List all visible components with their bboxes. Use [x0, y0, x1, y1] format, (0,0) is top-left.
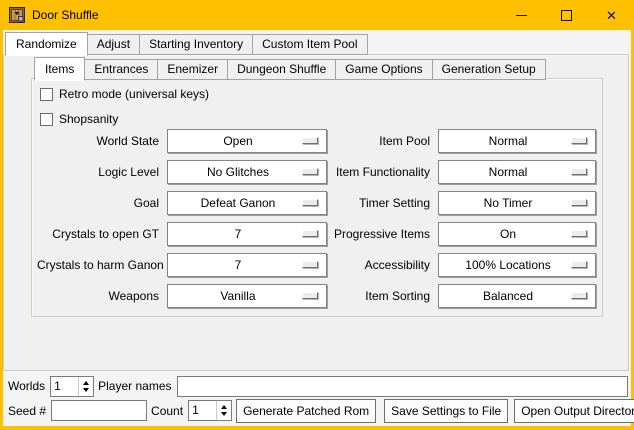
dropdown-indicator-icon [571, 230, 587, 237]
player-names-input[interactable] [177, 376, 629, 397]
count-label: Count [151, 404, 184, 418]
sub-tab-bar: Items Entrances Enemizer Dungeon Shuffle… [34, 57, 546, 80]
dropdown-indicator-icon [571, 199, 587, 206]
spinner-arrows[interactable] [216, 401, 231, 420]
titlebar[interactable]: Door Shuffle ✕ [0, 0, 634, 30]
player-names-label: Player names [98, 379, 172, 393]
item-functionality-label: Item Functionality [327, 160, 438, 184]
save-settings-button[interactable]: Save Settings to File [384, 399, 508, 423]
dropdown-indicator-icon [302, 137, 318, 144]
minimize-button[interactable] [499, 0, 544, 30]
seed-row: Seed # Count 1 Generate Patched Rom Save… [8, 398, 628, 423]
tab-starting-inventory[interactable]: Starting Inventory [139, 34, 253, 55]
dropdown-indicator-icon [571, 137, 587, 144]
tab-custom-item-pool[interactable]: Custom Item Pool [252, 34, 367, 55]
crystals-ganon-label: Crystals to harm Ganon [37, 253, 167, 277]
goal-dropdown[interactable]: Defeat Ganon [167, 191, 327, 215]
count-spinner[interactable]: 1 [188, 400, 232, 421]
dropdown-indicator-icon [571, 168, 587, 175]
dropdown-indicator-icon [302, 168, 318, 175]
world-state-label: World State [37, 129, 167, 153]
weapons-label: Weapons [37, 284, 167, 308]
tab-adjust[interactable]: Adjust [87, 34, 140, 55]
count-value: 1 [189, 401, 216, 420]
main-tab-bar: Randomize Adjust Starting Inventory Cust… [5, 32, 368, 55]
item-sorting-dropdown[interactable]: Balanced [438, 284, 596, 308]
seed-label: Seed # [8, 404, 47, 418]
tab-entrances[interactable]: Entrances [84, 59, 158, 80]
client-area: Randomize Adjust Starting Inventory Cust… [3, 30, 631, 426]
dropdown-indicator-icon [571, 261, 587, 268]
worlds-label: Worlds [8, 379, 46, 393]
goal-label: Goal [37, 191, 167, 215]
maximize-button[interactable] [544, 0, 589, 30]
window-title: Door Shuffle [32, 8, 99, 22]
close-icon: ✕ [606, 9, 617, 22]
door-shuffle-app-icon [9, 7, 25, 23]
close-button[interactable]: ✕ [589, 0, 634, 30]
caption-buttons: ✕ [499, 0, 634, 30]
spin-up-icon[interactable] [83, 381, 89, 385]
crystals-gt-dropdown[interactable]: 7 [167, 222, 327, 246]
seed-input[interactable] [51, 400, 147, 421]
accessibility-dropdown[interactable]: 100% Locations [438, 253, 596, 277]
retro-mode-row: Retro mode (universal keys) [40, 86, 209, 102]
logic-level-dropdown[interactable]: No Glitches [167, 160, 327, 184]
tab-items[interactable]: Items [34, 57, 85, 81]
shopsanity-checkbox[interactable] [40, 113, 53, 126]
worlds-row: Worlds 1 Player names [8, 375, 628, 397]
timer-setting-dropdown[interactable]: No Timer [438, 191, 596, 215]
dropdown-indicator-icon [302, 292, 318, 299]
worlds-value: 1 [51, 377, 78, 396]
maximize-icon [561, 10, 572, 21]
crystals-gt-label: Crystals to open GT [37, 222, 167, 246]
item-sorting-label: Item Sorting [327, 284, 438, 308]
settings-grid: World State Open Item Pool Normal Logic … [37, 129, 596, 308]
dropdown-indicator-icon [571, 292, 587, 299]
retro-mode-label: Retro mode (universal keys) [59, 87, 209, 101]
timer-setting-label: Timer Setting [327, 191, 438, 215]
dropdown-indicator-icon [302, 230, 318, 237]
spinner-arrows[interactable] [78, 377, 93, 396]
tab-dungeon-shuffle[interactable]: Dungeon Shuffle [227, 59, 336, 80]
open-output-directory-button[interactable]: Open Output Directory [514, 399, 634, 423]
item-pool-dropdown[interactable]: Normal [438, 129, 596, 153]
minimize-icon [516, 15, 527, 16]
tab-generation-setup[interactable]: Generation Setup [432, 59, 546, 80]
worlds-spinner[interactable]: 1 [50, 376, 94, 397]
tab-randomize[interactable]: Randomize [5, 32, 88, 56]
retro-mode-checkbox[interactable] [40, 88, 53, 101]
spin-up-icon[interactable] [221, 405, 227, 409]
door-shuffle-window: Door Shuffle ✕ Randomize Adjust Starting… [0, 0, 634, 430]
items-pane: Retro mode (universal keys) Shopsanity W… [31, 78, 603, 317]
dropdown-indicator-icon [302, 261, 318, 268]
spin-down-icon[interactable] [221, 412, 227, 416]
accessibility-label: Accessibility [327, 253, 438, 277]
shopsanity-label: Shopsanity [59, 112, 118, 126]
dropdown-indicator-icon [302, 199, 318, 206]
world-state-dropdown[interactable]: Open [167, 129, 327, 153]
spin-down-icon[interactable] [83, 388, 89, 392]
progressive-items-label: Progressive Items [327, 222, 438, 246]
generate-patched-rom-button[interactable]: Generate Patched Rom [236, 399, 376, 423]
randomize-pane: Items Entrances Enemizer Dungeon Shuffle… [3, 54, 629, 371]
weapons-dropdown[interactable]: Vanilla [167, 284, 327, 308]
logic-level-label: Logic Level [37, 160, 167, 184]
shopsanity-row: Shopsanity [40, 111, 118, 127]
progressive-items-dropdown[interactable]: On [438, 222, 596, 246]
tab-game-options[interactable]: Game Options [335, 59, 432, 80]
crystals-ganon-dropdown[interactable]: 7 [167, 253, 327, 277]
item-functionality-dropdown[interactable]: Normal [438, 160, 596, 184]
tab-enemizer[interactable]: Enemizer [157, 59, 228, 80]
item-pool-label: Item Pool [327, 129, 438, 153]
